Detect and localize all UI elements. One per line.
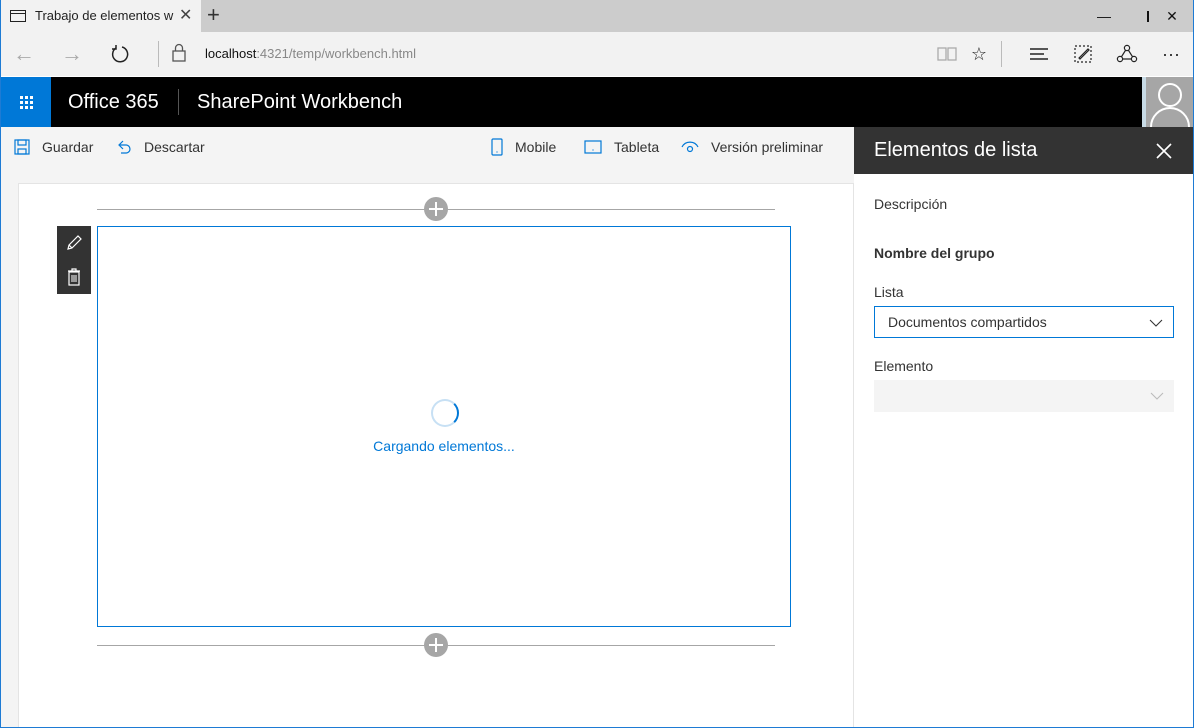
favorites-star-icon[interactable]: ☆ (965, 42, 993, 66)
loading-spinner-icon (431, 399, 459, 427)
forward-icon[interactable]: → (57, 40, 87, 68)
user-icon (1150, 83, 1190, 127)
list-dropdown-value: Documentos compartidos (888, 314, 1047, 330)
address-bar: ← → localhost:4321/temp/workbench.html ☆… (1, 32, 1193, 76)
brand-separator (178, 89, 179, 115)
url-host: localhost (205, 46, 257, 61)
mobile-icon (491, 138, 503, 156)
lock-icon (165, 41, 193, 65)
toolbar-separator (1001, 41, 1002, 67)
chevron-down-icon (1150, 392, 1164, 400)
browser-tab[interactable]: Trabajo de elementos w ✕ (1, 0, 201, 32)
close-icon (1156, 143, 1172, 159)
undo-icon (118, 140, 131, 154)
share-icon[interactable] (1113, 42, 1141, 66)
property-pane-header: Elementos de lista (854, 127, 1193, 174)
tab-bar: Trabajo de elementos w ✕ + — ✕ (1, 0, 1193, 32)
tab-title: Trabajo de elementos w (35, 8, 174, 23)
webpart-container[interactable]: Cargando elementos... (97, 226, 791, 627)
suite-bar: Office 365 SharePoint Workbench (1, 77, 1193, 127)
tab-page-icon (10, 10, 26, 22)
chevron-down-icon (1149, 319, 1163, 327)
reading-view-icon[interactable] (933, 42, 961, 66)
delete-webpart-button[interactable] (57, 260, 91, 294)
more-icon[interactable]: ··· (1157, 42, 1185, 66)
waffle-icon (19, 95, 33, 109)
property-pane: Elementos de lista Descripción Nombre de… (854, 127, 1193, 727)
new-tab-plus-icon[interactable]: + (207, 2, 220, 28)
maximize-icon[interactable] (1101, 0, 1149, 32)
mobile-button[interactable]: Mobile (491, 127, 556, 167)
discard-label: Descartar (144, 139, 205, 155)
item-label: Elemento (874, 358, 934, 374)
group-name-heading: Nombre del grupo (874, 245, 995, 261)
mobile-label: Mobile (515, 139, 557, 155)
eye-icon (681, 141, 699, 153)
app-title[interactable]: SharePoint Workbench (197, 91, 402, 114)
add-webpart-bottom-plus-icon[interactable] (424, 633, 448, 657)
discard-button[interactable]: Descartar (116, 127, 205, 167)
app-launcher-button[interactable] (1, 77, 51, 127)
save-icon (14, 139, 30, 155)
list-label: Lista (874, 284, 904, 300)
avatar[interactable] (1142, 77, 1193, 127)
edit-webpart-button[interactable] (57, 226, 91, 260)
property-pane-title: Elementos de lista (874, 139, 1038, 161)
close-pane-button[interactable] (1150, 137, 1178, 165)
refresh-icon[interactable] (105, 40, 135, 68)
loading-text: Cargando elementos... (373, 438, 515, 454)
url-path: :4321/temp/workbench.html (256, 46, 417, 61)
preview-button[interactable]: Versión preliminar (681, 127, 823, 167)
save-button[interactable]: Guardar (14, 127, 93, 167)
pencil-icon (67, 235, 82, 250)
tablet-label: Tableta (614, 139, 660, 155)
list-dropdown[interactable]: Documentos compartidos (874, 306, 1174, 338)
tablet-icon (584, 140, 602, 154)
address-separator (158, 41, 159, 67)
browser-window: Trabajo de elementos w ✕ + — ✕ ← → local… (0, 0, 1194, 728)
web-note-icon[interactable] (1069, 42, 1097, 66)
save-label: Guardar (42, 139, 94, 155)
command-bar: Guardar Descartar Mobile Tableta Versión… (1, 127, 854, 167)
url-field[interactable]: localhost:4321/temp/workbench.html (205, 46, 416, 61)
add-webpart-top-plus-icon[interactable] (424, 197, 448, 221)
description-text: Descripción (874, 196, 948, 212)
back-icon[interactable]: ← (9, 40, 39, 68)
tablet-button[interactable]: Tableta (584, 127, 659, 167)
trash-icon (68, 268, 80, 286)
hub-icon[interactable] (1025, 42, 1053, 66)
webpart-toolbar (57, 226, 91, 294)
preview-label: Versión preliminar (711, 139, 824, 155)
item-dropdown[interactable] (874, 380, 1174, 412)
office-365-brand[interactable]: Office 365 (68, 91, 159, 114)
window-close-icon[interactable]: ✕ (1149, 0, 1193, 32)
tab-close-icon[interactable]: ✕ (179, 5, 192, 25)
